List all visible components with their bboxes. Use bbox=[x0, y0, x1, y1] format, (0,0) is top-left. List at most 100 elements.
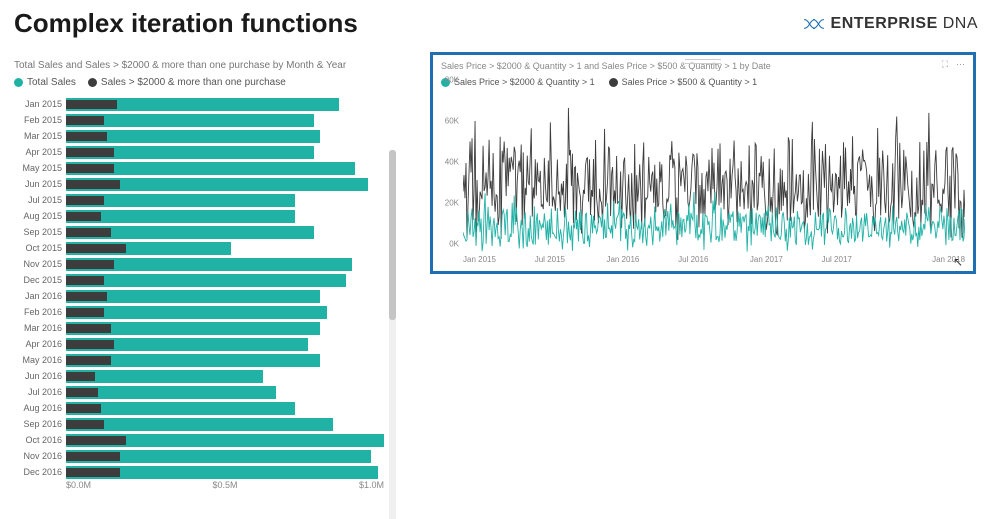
left-bars: Jan 2015Feb 2015Mar 2015Apr 2015May 2015… bbox=[14, 96, 384, 480]
bar-filtered-sales[interactable] bbox=[66, 212, 101, 221]
line-series-500[interactable] bbox=[463, 108, 965, 240]
bar-label: Jan 2016 bbox=[14, 291, 66, 301]
ytick: 20K bbox=[445, 199, 459, 208]
bar-filtered-sales[interactable] bbox=[66, 260, 114, 269]
bar-total-sales[interactable] bbox=[66, 306, 327, 319]
dna-icon bbox=[803, 17, 825, 31]
bar-row: Jan 2015 bbox=[14, 96, 384, 112]
bar-label: Mar 2016 bbox=[14, 323, 66, 333]
bar-label: Apr 2016 bbox=[14, 339, 66, 349]
bar-filtered-sales[interactable] bbox=[66, 164, 114, 173]
scrollbar-thumb[interactable] bbox=[389, 150, 396, 320]
more-options-icon[interactable]: ⋯ bbox=[956, 59, 965, 70]
bar-row: Sep 2015 bbox=[14, 224, 384, 240]
bar-filtered-sales[interactable] bbox=[66, 196, 104, 205]
ytick: 0K bbox=[449, 240, 459, 249]
swatch-dark bbox=[88, 78, 97, 87]
xtick: Jul 2016 bbox=[678, 255, 750, 267]
bar-filtered-sales[interactable] bbox=[66, 148, 114, 157]
bar-track bbox=[66, 242, 384, 255]
swatch-teal bbox=[14, 78, 23, 87]
xtick: $0.0M bbox=[66, 480, 172, 490]
bar-filtered-sales[interactable] bbox=[66, 436, 126, 445]
bar-label: Nov 2016 bbox=[14, 451, 66, 461]
bar-filtered-sales[interactable] bbox=[66, 340, 114, 349]
bar-filtered-sales[interactable] bbox=[66, 100, 117, 109]
bar-filtered-sales[interactable] bbox=[66, 180, 120, 189]
bar-filtered-sales[interactable] bbox=[66, 132, 107, 141]
header: Complex iteration functions ENTERPRISE D… bbox=[14, 8, 978, 39]
xtick: $1.0M bbox=[278, 480, 384, 490]
bar-label: Mar 2015 bbox=[14, 131, 66, 141]
right-chart-header: Sales Price > $2000 & Quantity > 1 and S… bbox=[441, 61, 965, 71]
bar-filtered-sales[interactable] bbox=[66, 356, 111, 365]
cursor-icon: ↖ bbox=[953, 255, 963, 269]
bar-track bbox=[66, 178, 384, 191]
bar-track bbox=[66, 274, 384, 287]
bar-row: Dec 2015 bbox=[14, 272, 384, 288]
bar-row: Jul 2015 bbox=[14, 192, 384, 208]
right-yaxis: 0K 20K 40K 60K 80K bbox=[441, 89, 461, 253]
bar-filtered-sales[interactable] bbox=[66, 244, 126, 253]
right-chart[interactable]: Sales Price > $2000 & Quantity > 1 and S… bbox=[430, 52, 976, 274]
bar-total-sales[interactable] bbox=[66, 418, 333, 431]
legend-item-price-500: Sales Price > $500 & Quantity > 1 bbox=[609, 77, 758, 87]
bar-filtered-sales[interactable] bbox=[66, 116, 104, 125]
xtick: $0.5M bbox=[172, 480, 278, 490]
bar-label: Dec 2016 bbox=[14, 467, 66, 477]
bar-track bbox=[66, 114, 384, 127]
bar-row: Dec 2016 bbox=[14, 464, 384, 480]
bar-track bbox=[66, 306, 384, 319]
bar-label: Oct 2016 bbox=[14, 435, 66, 445]
bar-track bbox=[66, 146, 384, 159]
bar-label: Feb 2015 bbox=[14, 115, 66, 125]
left-scrollbar[interactable] bbox=[389, 150, 396, 519]
ytick: 60K bbox=[445, 117, 459, 126]
bar-track bbox=[66, 338, 384, 351]
bar-label: Aug 2016 bbox=[14, 403, 66, 413]
ytick: 40K bbox=[445, 158, 459, 167]
swatch-dark bbox=[609, 78, 618, 87]
drag-handle-icon[interactable] bbox=[685, 59, 721, 64]
bar-row: Sep 2016 bbox=[14, 416, 384, 432]
page-title: Complex iteration functions bbox=[14, 8, 358, 39]
bar-row: May 2016 bbox=[14, 352, 384, 368]
bar-filtered-sales[interactable] bbox=[66, 276, 104, 285]
bar-filtered-sales[interactable] bbox=[66, 452, 120, 461]
xtick: Jul 2017 bbox=[822, 255, 894, 267]
bar-filtered-sales[interactable] bbox=[66, 324, 111, 333]
bar-row: Jun 2016 bbox=[14, 368, 384, 384]
bar-row: Aug 2016 bbox=[14, 400, 384, 416]
bar-filtered-sales[interactable] bbox=[66, 404, 101, 413]
bar-label: Jul 2016 bbox=[14, 387, 66, 397]
right-xaxis: Jan 2015 Jul 2015 Jan 2016 Jul 2016 Jan … bbox=[463, 255, 965, 267]
bar-track bbox=[66, 162, 384, 175]
bar-track bbox=[66, 290, 384, 303]
bar-row: Feb 2015 bbox=[14, 112, 384, 128]
legend-item-filtered-sales: Sales > $2000 & more than one purchase bbox=[88, 77, 286, 88]
bar-label: Jun 2016 bbox=[14, 371, 66, 381]
bar-row: Oct 2016 bbox=[14, 432, 384, 448]
bar-filtered-sales[interactable] bbox=[66, 228, 111, 237]
left-chart[interactable]: Total Sales and Sales > $2000 & more tha… bbox=[14, 60, 384, 514]
bar-filtered-sales[interactable] bbox=[66, 292, 107, 301]
bar-total-sales[interactable] bbox=[66, 274, 346, 287]
bar-track bbox=[66, 466, 384, 479]
xtick: Jan 2017 bbox=[750, 255, 822, 267]
right-legend: Sales Price > $2000 & Quantity > 1 Sales… bbox=[441, 77, 965, 87]
bar-row: Jan 2016 bbox=[14, 288, 384, 304]
xtick: Jan 2016 bbox=[606, 255, 678, 267]
bar-filtered-sales[interactable] bbox=[66, 420, 104, 429]
bar-total-sales[interactable] bbox=[66, 370, 263, 383]
bar-filtered-sales[interactable] bbox=[66, 468, 120, 477]
bar-track bbox=[66, 434, 384, 447]
brand-sub: DNA bbox=[943, 15, 978, 32]
focus-mode-icon[interactable]: ⛶ bbox=[942, 59, 948, 70]
bar-label: Oct 2015 bbox=[14, 243, 66, 253]
bar-track bbox=[66, 210, 384, 223]
bar-track bbox=[66, 98, 384, 111]
bar-filtered-sales[interactable] bbox=[66, 388, 98, 397]
bar-filtered-sales[interactable] bbox=[66, 372, 95, 381]
bar-filtered-sales[interactable] bbox=[66, 308, 104, 317]
bar-row: Feb 2016 bbox=[14, 304, 384, 320]
